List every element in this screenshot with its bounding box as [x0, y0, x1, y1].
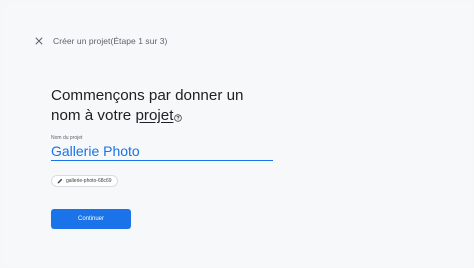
headline-line-2: nom à votre projet [51, 106, 311, 126]
top-bar: Créer un projet(Étape 1 sur 3) [31, 33, 167, 49]
pencil-icon [57, 178, 63, 184]
headline-prefix: nom à votre [51, 107, 132, 124]
continue-button[interactable]: Continuer [51, 209, 131, 229]
close-button[interactable] [31, 33, 47, 49]
headline-line-1: Commençons par donner un [51, 87, 244, 104]
project-link[interactable]: projet [135, 107, 173, 124]
project-name-label: Nom du projet [51, 135, 83, 141]
close-icon [35, 37, 43, 45]
project-id-text: gallerie-photo-68c69 [66, 178, 112, 184]
page-headline: Commençons par donner un nom à votre pro… [51, 86, 311, 126]
page-frame: Créer un projet(Étape 1 sur 3) Commençon… [2, 2, 472, 266]
help-circle-icon[interactable] [174, 108, 183, 122]
step-title: Créer un projet(Étape 1 sur 3) [53, 36, 168, 46]
project-id-chip[interactable]: gallerie-photo-68c69 [51, 175, 118, 187]
project-name-input[interactable] [51, 142, 273, 161]
